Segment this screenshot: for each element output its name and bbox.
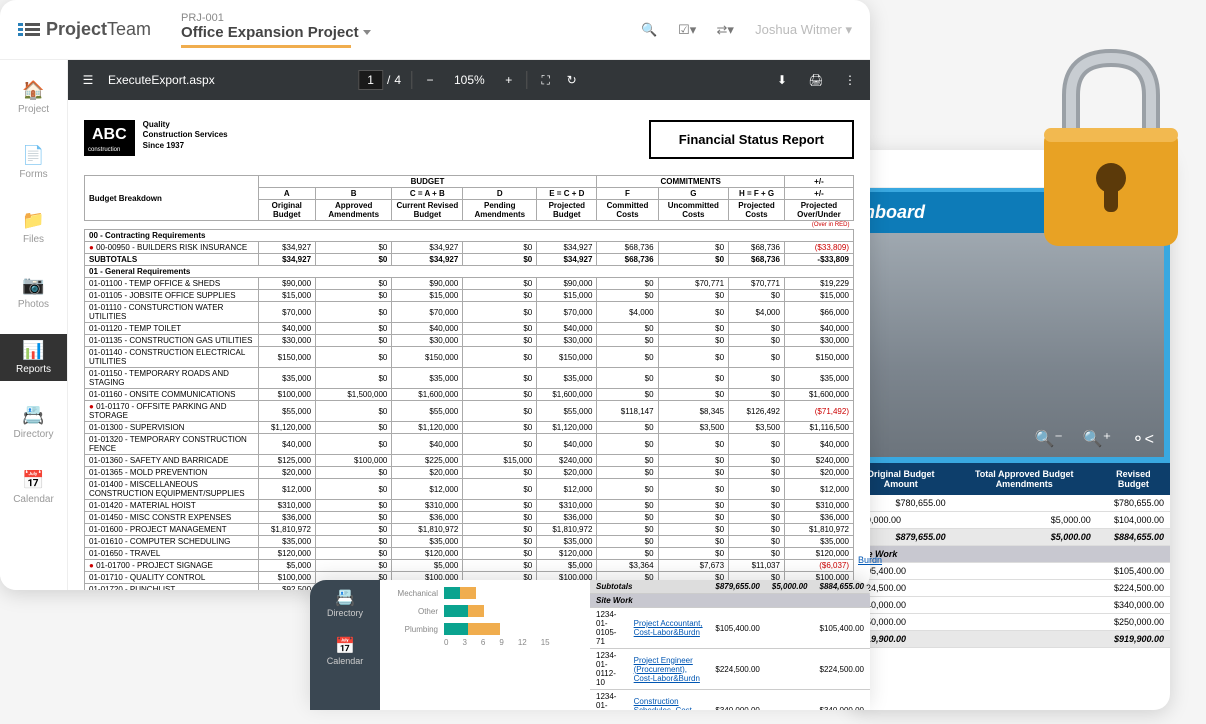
- shuffle-icon[interactable]: ⇄▾: [717, 22, 733, 38]
- sidebar-item-directory[interactable]: 📇Directory: [0, 399, 67, 446]
- bottom-sidebar: 📇Directory 📅Calendar: [310, 580, 380, 710]
- project-selector[interactable]: PRJ-001 Office Expansion Project: [181, 12, 371, 48]
- brand-logo[interactable]: ProjectTeam: [18, 19, 151, 40]
- zoom-out-icon[interactable]: 🔍⁻: [1035, 429, 1063, 449]
- col-revised-budget: Revised Budget: [1097, 463, 1170, 495]
- check-dropdown-icon[interactable]: ☑▾: [679, 22, 695, 38]
- abc-logo: ABC: [84, 120, 135, 146]
- project-code: PRJ-001: [181, 12, 371, 24]
- print-icon[interactable]: 🖨: [808, 72, 824, 88]
- page-current[interactable]: 1: [358, 70, 383, 90]
- bottom-side-calendar[interactable]: 📅Calendar: [327, 636, 364, 666]
- sidebar-item-files[interactable]: 📁Files: [0, 204, 67, 251]
- site-photo: 🔍⁻ 🔍⁺ ⚬<: [850, 233, 1170, 463]
- sidebar-item-project[interactable]: 🏠Project: [0, 74, 67, 121]
- bottom-table: Subtotals$879,655.00$5,000.00$884,655.00…: [590, 580, 870, 710]
- sidebar-item-forms[interactable]: 📄Forms: [0, 139, 67, 186]
- menu-icon[interactable]: ☰: [80, 72, 96, 88]
- download-icon[interactable]: ⬇: [774, 72, 790, 88]
- sidebar: 🏠Project 📄Forms 📁Files 📷Photos 📊Reports 📇Dire…: [0, 60, 68, 590]
- pdf-toolbar: ☰ ExecuteExport.aspx 1 / 4 − 105% + ⛶ ↻ …: [68, 60, 870, 100]
- report-title: Financial Status Report: [649, 120, 854, 159]
- share-icon[interactable]: ⚬<: [1131, 429, 1154, 449]
- zoom-out-icon[interactable]: −: [422, 72, 438, 88]
- sidebar-item-reports[interactable]: 📊Reports: [0, 334, 67, 381]
- bottom-side-directory[interactable]: 📇Directory: [327, 588, 363, 618]
- bottom-window: 📇Directory 📅Calendar MechanicalOtherPlumb…: [310, 580, 870, 710]
- rotate-icon[interactable]: ↻: [564, 72, 580, 88]
- company-logo-block: ABC construction Quality Construction Se…: [84, 120, 228, 156]
- sidebar-item-calendar[interactable]: 📅Calendar: [0, 464, 67, 511]
- fit-page-icon[interactable]: ⛶: [538, 72, 554, 88]
- mini-chart: MechanicalOtherPlumbing03691215: [380, 580, 590, 710]
- report-document: ABC construction Quality Construction Se…: [68, 100, 870, 590]
- more-icon[interactable]: ⋮: [842, 72, 858, 88]
- brand-primary: Project: [46, 19, 107, 39]
- zoom-in-icon[interactable]: +: [501, 72, 517, 88]
- search-icon[interactable]: 🔍: [641, 22, 657, 38]
- user-menu[interactable]: Joshua Witmer ▾: [755, 22, 852, 38]
- zoom-level[interactable]: 105%: [448, 71, 491, 89]
- page-total: 4: [394, 73, 401, 87]
- dashboard-link[interactable]: Burdn: [858, 555, 882, 565]
- dashboard-table: Original Budget Amount Total Approved Bu…: [850, 463, 1170, 648]
- col-approved-amend: Total Approved Budget Amendments: [952, 463, 1097, 495]
- logo-icon: [18, 21, 40, 39]
- sidebar-item-photos[interactable]: 📷Photos: [0, 269, 67, 316]
- pdf-filename: ExecuteExport.aspx: [108, 73, 215, 87]
- caret-down-icon: [363, 30, 371, 35]
- project-name: Office Expansion Project: [181, 24, 359, 41]
- main-app-window: ProjectTeam PRJ-001 Office Expansion Pro…: [0, 0, 870, 590]
- lock-icon: [1026, 40, 1196, 260]
- budget-table: Budget BreakdownBUDGETCOMMITMENTS+/-ABC …: [84, 175, 854, 590]
- brand-secondary: Team: [107, 19, 151, 39]
- zoom-in-icon[interactable]: 🔍⁺: [1083, 429, 1111, 449]
- app-header: ProjectTeam PRJ-001 Office Expansion Pro…: [0, 0, 870, 60]
